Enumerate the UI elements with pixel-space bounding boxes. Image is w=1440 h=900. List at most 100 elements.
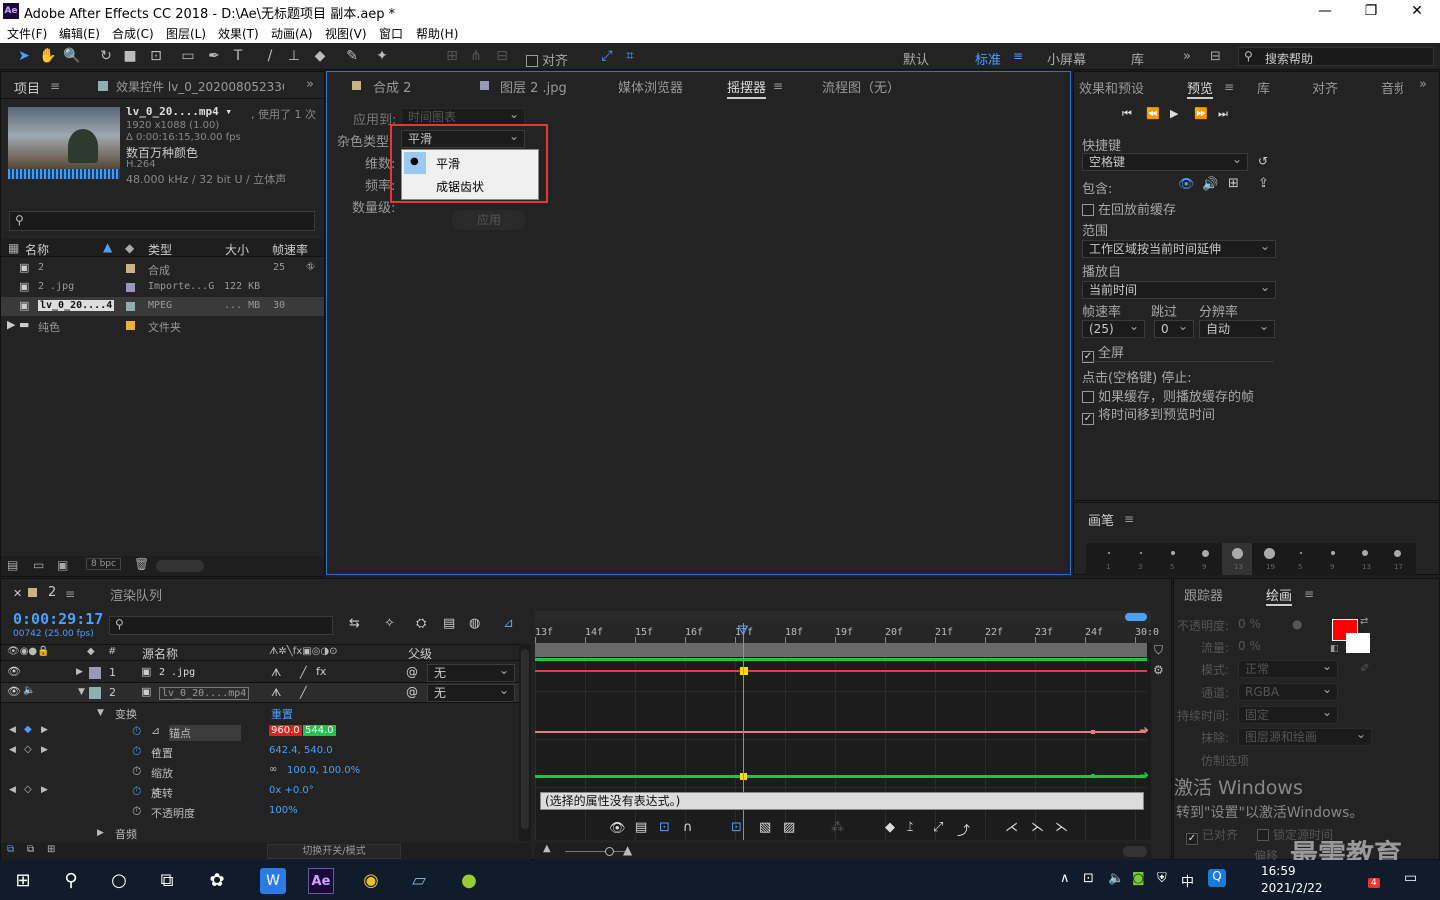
- brush-tip[interactable]: 1: [1094, 543, 1124, 575]
- layer-label-swatch[interactable]: [89, 667, 101, 679]
- more-workspaces-icon[interactable]: »: [1183, 49, 1191, 64]
- menu-help[interactable]: 帮助(H): [416, 25, 458, 42]
- snap-target-icon[interactable]: ⌗: [620, 47, 640, 66]
- parent-column[interactable]: 父级: [408, 645, 432, 662]
- hand-tool-icon[interactable]: ✋: [38, 47, 58, 66]
- auto-bezier-icon[interactable]: ⤴: [957, 820, 970, 839]
- fps-select[interactable]: (25): [1082, 318, 1145, 338]
- tab-tracker[interactable]: 跟踪器: [1184, 585, 1223, 604]
- column-fps[interactable]: 帧速率: [272, 241, 308, 258]
- ime-indicator[interactable]: 中: [1181, 871, 1194, 890]
- workspace-menu-icon[interactable]: ≡: [1013, 49, 1023, 63]
- frame-blend-icon[interactable]: ▤: [443, 616, 455, 631]
- trash-icon[interactable]: 🗑: [134, 557, 149, 571]
- close-button[interactable]: ✕: [1394, 0, 1440, 22]
- tab-align[interactable]: 对齐: [1312, 78, 1338, 97]
- panel-overflow-icon[interactable]: »: [306, 77, 314, 92]
- property-row[interactable]: ⏱ 缩放 ∞ 100.0, 100.0%: [1, 762, 519, 782]
- interpret-footage-icon[interactable]: ▤: [7, 558, 18, 572]
- tab-library[interactable]: 库: [1257, 78, 1270, 97]
- keyframe-marker[interactable]: [740, 667, 748, 675]
- maximize-button[interactable]: ❐: [1348, 0, 1394, 22]
- pen-tool-icon[interactable]: ✒: [204, 47, 224, 66]
- bpc-button[interactable]: 8 bpc: [86, 558, 121, 570]
- prev-keyframe-icon[interactable]: ◀: [9, 745, 16, 755]
- brush-tip[interactable]: 13: [1350, 543, 1380, 575]
- brush-tip[interactable]: 9: [1190, 543, 1220, 575]
- brush-tip[interactable]: 9: [1318, 543, 1348, 575]
- new-folder-icon[interactable]: ▭: [33, 558, 44, 572]
- tab-wiggler[interactable]: 摇摆器: [727, 77, 767, 99]
- last-frame-icon[interactable]: ⏭: [1218, 107, 1228, 121]
- stopwatch-icon[interactable]: ⏱: [132, 724, 141, 739]
- list-item[interactable]: ▣ 2 .jpg Importe...G 122 KB: [1, 278, 324, 297]
- axis-tool-icon[interactable]: ⊞: [442, 47, 462, 66]
- duration-select[interactable]: 固定: [1238, 704, 1338, 724]
- property-value[interactable]: 100.0, 100.0%: [287, 765, 360, 776]
- menu-animation[interactable]: 动画(A): [271, 25, 313, 42]
- play-icon[interactable]: ▶: [1170, 107, 1178, 120]
- keyframe-toggle-icon[interactable]: ◆: [24, 724, 32, 735]
- layer-name[interactable]: 2 .jpg: [159, 667, 195, 678]
- next-keyframe-icon[interactable]: ▶: [41, 745, 48, 755]
- brush-menu-icon[interactable]: ≡: [1124, 512, 1134, 526]
- graph-options-icon[interactable]: ▤: [635, 820, 647, 835]
- audio-icon[interactable]: 🔈: [23, 685, 35, 696]
- layer-name[interactable]: lv_0_20....mp4: [159, 687, 250, 700]
- flow-value[interactable]: 0 %: [1238, 639, 1261, 653]
- graph-scrollbar[interactable]: [1123, 846, 1147, 857]
- rectangle-tool-icon[interactable]: ▭: [178, 47, 198, 66]
- tab-audio[interactable]: 音频: [1381, 78, 1403, 97]
- brush-tip[interactable]: 3: [1126, 543, 1156, 575]
- nvidia-icon[interactable]: ◙: [1132, 871, 1145, 886]
- work-area-bar[interactable]: [535, 643, 1147, 657]
- fullscreen-checkbox[interactable]: ✓ 全屏: [1082, 342, 1124, 363]
- layer-expand-icon[interactable]: ▼: [78, 687, 85, 697]
- separate-dims-icon[interactable]: ⁂: [831, 820, 844, 835]
- task-view-icon[interactable]: ⧉: [154, 868, 180, 894]
- timeline-search-input[interactable]: ⚲: [109, 616, 333, 635]
- property-row[interactable]: ⏱ 不透明度 100%: [1, 802, 519, 822]
- layer-label-swatch[interactable]: [89, 687, 101, 699]
- anchor-x-value[interactable]: 960.0: [269, 725, 302, 736]
- selection-tool-icon[interactable]: ➤: [14, 47, 34, 66]
- visibility-icon[interactable]: 👁: [7, 685, 21, 698]
- qq-icon[interactable]: Q: [1208, 869, 1226, 887]
- brush-tip[interactable]: 13: [1222, 543, 1252, 575]
- property-row[interactable]: ◀ ◇ ▶ ⏱ ⊿ 位置 642.4, 540.0: [1, 742, 519, 762]
- wiggler-menu-icon[interactable]: ≡: [773, 79, 783, 93]
- keyframe-toggle-icon[interactable]: ◇: [24, 744, 32, 755]
- parent-select[interactable]: 无: [427, 662, 515, 682]
- skip-select[interactable]: 0: [1154, 318, 1194, 338]
- pinwheel-app-icon[interactable]: ✿: [204, 868, 230, 894]
- action-center-icon[interactable]: ▭: [1404, 870, 1417, 886]
- cortana-icon[interactable]: ○: [106, 868, 132, 894]
- zoom-out-icon[interactable]: ▲: [543, 843, 551, 854]
- shy-switch-icon[interactable]: ᗑ: [271, 686, 281, 700]
- tab-render-queue[interactable]: 渲染队列: [110, 585, 162, 604]
- current-time[interactable]: 0:00:29:17: [13, 610, 103, 628]
- prev-keyframe-icon[interactable]: ◀: [9, 785, 16, 795]
- property-row[interactable]: ◀ ◇ ▶ ⏱ ⊿ 旋转 0x +0.0°: [1, 782, 519, 802]
- anchor-y-value[interactable]: 544.0: [303, 725, 336, 736]
- layer-expand-icon[interactable]: ▶: [76, 667, 83, 677]
- stop-opt1-checkbox[interactable]: 如果缓存，则播放缓存的帧: [1082, 386, 1254, 405]
- search-input[interactable]: 搜索帮助: [1265, 50, 1313, 67]
- expression-field[interactable]: (选择的属性没有表达式。): [540, 792, 1144, 810]
- expand-modes-icon[interactable]: ⧉: [27, 844, 34, 855]
- thumbnail-slider[interactable]: [156, 560, 204, 572]
- aftereffects-app-icon[interactable]: Ae: [308, 868, 334, 894]
- tab-composition[interactable]: 合成 2: [373, 77, 411, 96]
- transform-expand-icon[interactable]: ▼: [97, 708, 104, 718]
- quality-switch-icon[interactable]: ╱: [300, 666, 307, 679]
- visibility-icon[interactable]: 👁: [7, 665, 21, 678]
- cache-before-checkbox[interactable]: 在回放前缓存: [1082, 199, 1176, 218]
- shy-icon[interactable]: ⛭: [416, 616, 426, 631]
- taskbar-search-icon[interactable]: ⚲: [58, 868, 84, 894]
- windows-start-icon[interactable]: ⊞: [10, 868, 36, 894]
- tab-flowchart[interactable]: 流程图（无）: [822, 77, 900, 96]
- source-name-column[interactable]: 源名称: [142, 645, 178, 662]
- time-ruler[interactable]: 13f 14f 15f 16f 17f 18f 19f 20f 21f 22f 23f 24f 30:0: [535, 623, 1159, 643]
- expand-layer-switches-icon[interactable]: ⧉: [7, 844, 14, 855]
- comp-mini-flowchart-icon[interactable]: ⇆: [349, 616, 360, 631]
